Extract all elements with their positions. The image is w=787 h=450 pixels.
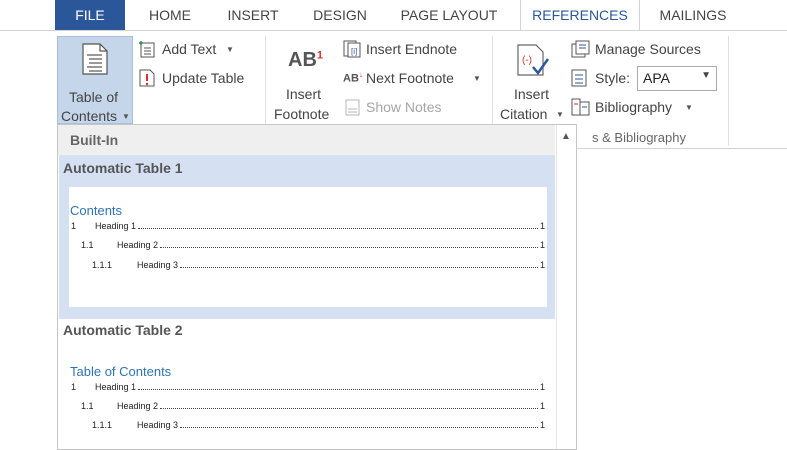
- style-label: Style:: [595, 70, 631, 86]
- next-footnote-button[interactable]: AB↓ Next Footnote ▼: [343, 68, 488, 90]
- toc-dropdown-gallery: Built-In Automatic Table 1 Contents 1 He…: [57, 124, 577, 450]
- tab-file[interactable]: FILE: [55, 0, 125, 30]
- update-table-icon: [138, 69, 156, 87]
- tab-home[interactable]: HOME: [140, 0, 200, 30]
- table-of-contents-label-1: Table of: [69, 89, 119, 105]
- gallery-section-header: Built-In: [58, 125, 555, 155]
- insert-citation-label-1: Insert: [514, 86, 550, 102]
- manage-sources-button[interactable]: Manage Sources: [571, 39, 716, 61]
- show-notes-button[interactable]: Show Notes: [343, 97, 463, 119]
- update-table-label: Update Table: [162, 70, 245, 86]
- toc-preview-heading: Contents: [70, 203, 123, 218]
- scroll-up-arrow-icon[interactable]: ▲: [561, 131, 571, 142]
- group-divider: [492, 36, 493, 126]
- gallery-section-title: Built-In: [70, 132, 119, 148]
- show-notes-icon: [345, 99, 361, 116]
- ribbon-tab-bar: FILE HOME INSERT DESIGN PAGE LAYOUT REFE…: [0, 0, 787, 31]
- insert-citation-button[interactable]: (-) Insert Citation ▼: [498, 39, 566, 125]
- toc-entry: 1.1 Heading 2 1: [81, 240, 545, 250]
- chevron-down-icon: ▼: [685, 103, 693, 112]
- chevron-down-icon: ▼: [556, 110, 564, 119]
- style-icon: [571, 69, 591, 87]
- gallery-item-automatic-table-2[interactable]: Automatic Table 2 Table of Contents 1 He…: [59, 319, 555, 450]
- bibliography-label: Bibliography: [595, 99, 673, 115]
- bibliography-button[interactable]: Bibliography ▼: [571, 97, 701, 119]
- chevron-down-icon: ▼: [122, 112, 130, 121]
- add-text-icon: [138, 40, 156, 58]
- toc-preview-heading: Table of Contents: [70, 364, 172, 379]
- toc-entry: 1.1.1 Heading 3 1: [92, 260, 545, 270]
- tab-mailings[interactable]: MAILINGS: [652, 0, 734, 30]
- insert-footnote-button[interactable]: AB1 Insert Footnote: [272, 39, 338, 125]
- toc-entry: 1.1 Heading 2 1: [81, 401, 545, 411]
- insert-citation-icon: (-): [516, 43, 550, 77]
- chevron-down-icon: ▼: [226, 45, 234, 54]
- ribbon-bottom-border: [575, 148, 787, 149]
- add-text-button[interactable]: Add Text ▼: [138, 39, 248, 61]
- chevron-down-icon: ▼: [701, 70, 711, 81]
- group-divider: [728, 36, 729, 146]
- tab-page-layout[interactable]: PAGE LAYOUT: [393, 0, 505, 30]
- insert-footnote-label-2: Footnote: [274, 106, 330, 122]
- toc-entry: 1 Heading 1 1: [71, 382, 545, 392]
- show-notes-label: Show Notes: [366, 99, 442, 115]
- manage-sources-icon: [571, 40, 591, 58]
- update-table-button[interactable]: Update Table: [138, 68, 258, 90]
- svg-text:(-): (-): [522, 55, 532, 66]
- gallery-item-automatic-table-1[interactable]: Automatic Table 1 Contents 1 Heading 1 1…: [59, 155, 555, 319]
- footnote-icon: AB1: [288, 49, 324, 71]
- insert-endnote-button[interactable]: [i] Insert Endnote: [343, 39, 473, 61]
- gallery-scrollbar[interactable]: ▲: [556, 125, 576, 449]
- toc-preview: Contents 1 Heading 1 1 1.1 Heading 2 1 1…: [69, 187, 547, 307]
- manage-sources-label: Manage Sources: [595, 41, 701, 57]
- insert-citation-label-2: Citation: [500, 106, 548, 122]
- insert-endnote-label: Insert Endnote: [366, 41, 458, 57]
- tab-insert[interactable]: INSERT: [222, 0, 284, 30]
- tab-design[interactable]: DESIGN: [307, 0, 373, 30]
- svg-text:[i]: [i]: [351, 47, 357, 56]
- next-footnote-icon: AB↓: [343, 70, 363, 85]
- group-label-citations-bibliography: s & Bibliography: [592, 130, 686, 145]
- insert-endnote-icon: [i]: [343, 40, 362, 58]
- chevron-down-icon[interactable]: ▼: [473, 74, 481, 83]
- tab-references[interactable]: REFERENCES: [520, 0, 640, 31]
- gallery-item-title: Automatic Table 2: [63, 322, 183, 338]
- bibliography-icon: [571, 98, 591, 116]
- table-of-contents-button[interactable]: Table of Contents ▼: [57, 36, 133, 124]
- toc-entry: 1 Heading 1 1: [71, 221, 545, 231]
- gallery-item-title: Automatic Table 1: [63, 160, 183, 176]
- add-text-label: Add Text: [162, 41, 217, 57]
- style-select[interactable]: APA ▼: [637, 66, 717, 91]
- next-footnote-label: Next Footnote: [366, 70, 454, 86]
- group-divider: [265, 36, 266, 126]
- table-of-contents-icon: [82, 43, 108, 75]
- toc-entry: 1.1.1 Heading 3 1: [92, 420, 545, 430]
- insert-footnote-label-1: Insert: [286, 86, 322, 102]
- table-of-contents-label-2: Contents: [61, 108, 118, 124]
- style-select-value: APA: [643, 70, 670, 86]
